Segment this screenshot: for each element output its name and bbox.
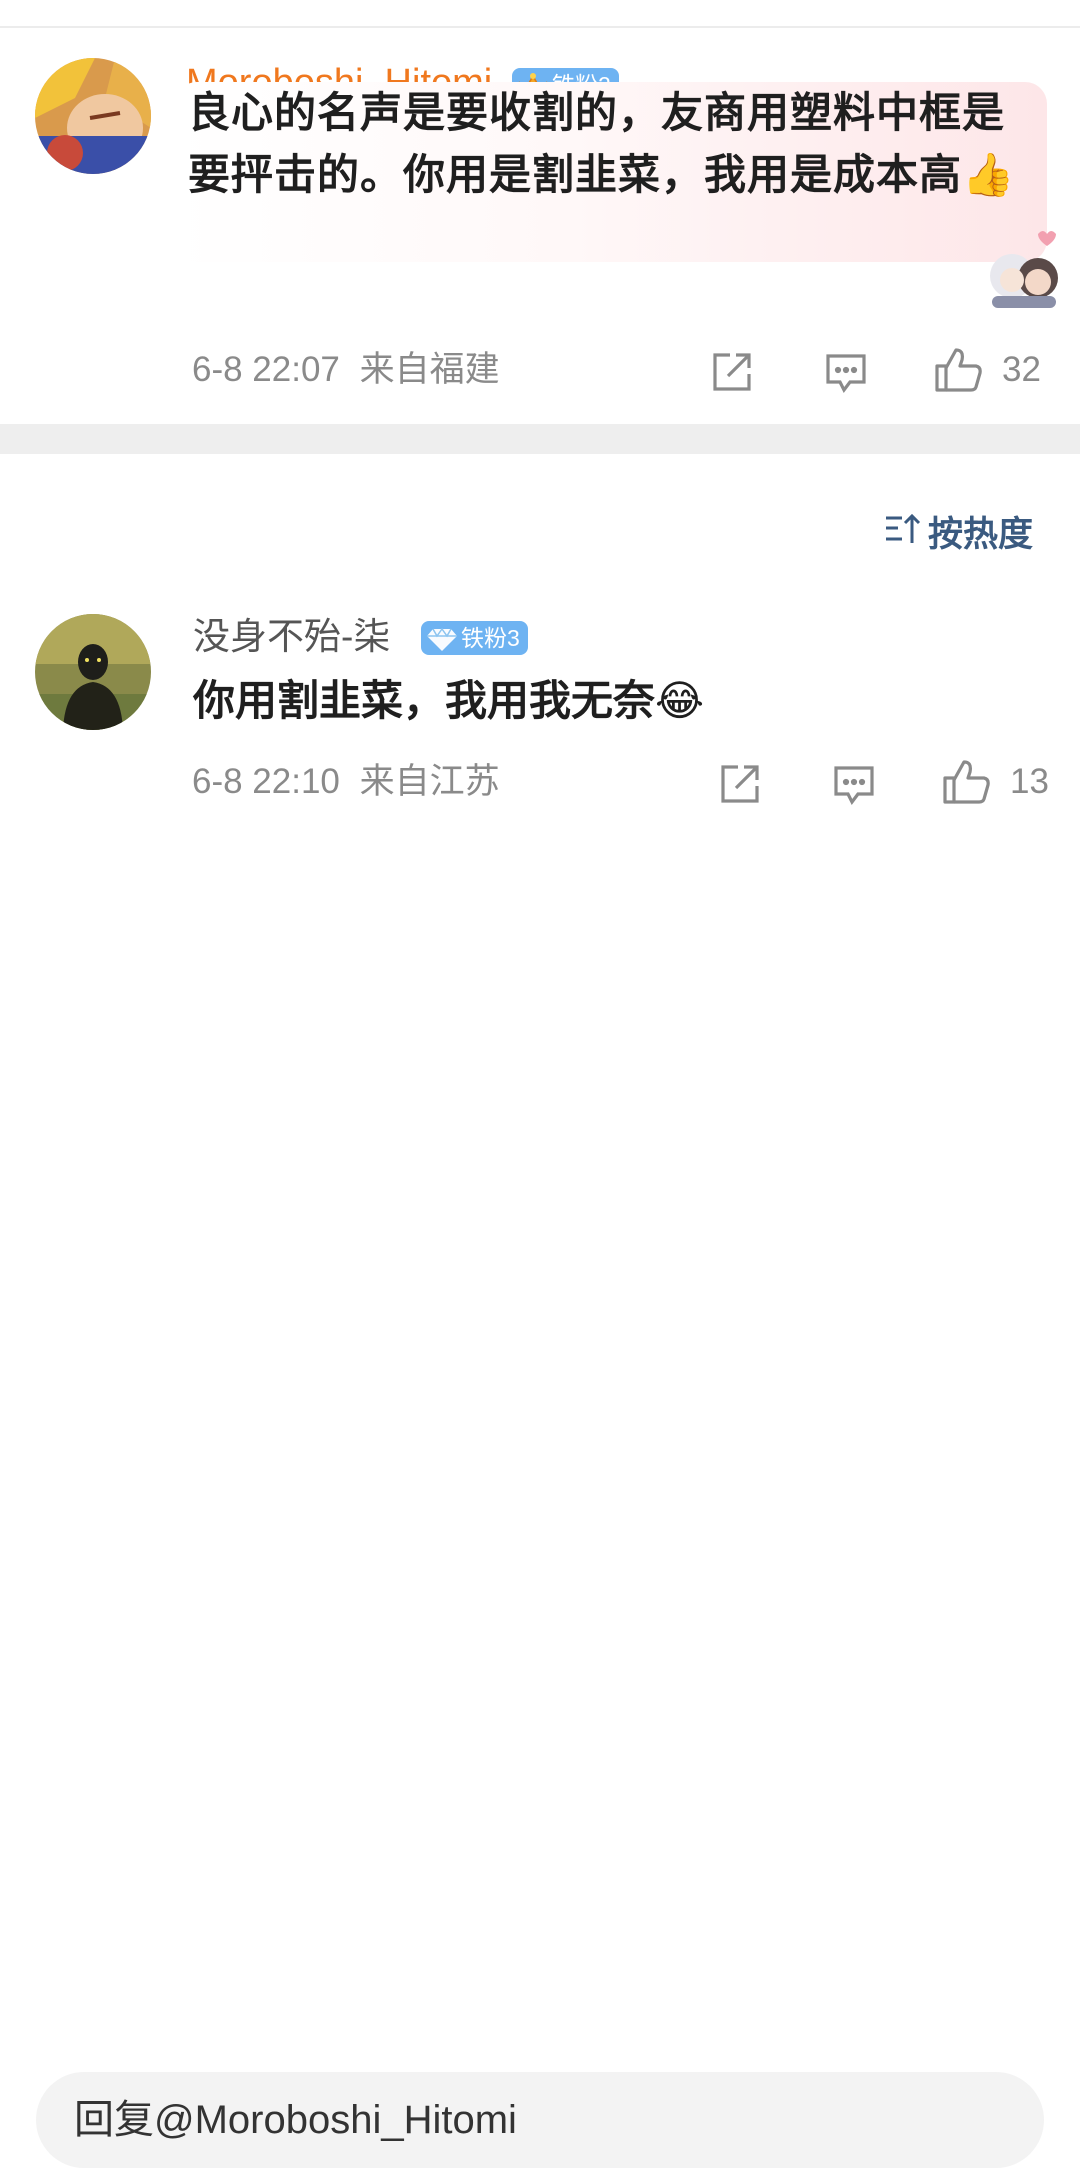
reply-timestamp: 6-8 22:10 — [192, 762, 340, 801]
reply-text: 你用割韭菜，我用我无奈😂 — [193, 677, 705, 724]
anime-sticker-icon — [982, 228, 1064, 308]
comment-timestamp: 6-8 22:07 — [192, 350, 340, 389]
sort-label: 按热度 — [928, 514, 1034, 554]
reply-input-placeholder[interactable]: 回复@Moroboshi_Hitomi — [74, 2095, 517, 2145]
share-icon[interactable] — [710, 350, 754, 399]
thumbs-up-emoji: 👍 — [962, 151, 1016, 198]
reply-meta: 6-8 22:10 来自江苏 — [192, 760, 500, 804]
sort-icon — [884, 512, 922, 551]
comment-icon[interactable] — [824, 352, 868, 399]
reply-avatar[interactable] — [35, 614, 151, 730]
reply-share-icon[interactable] — [718, 762, 762, 811]
sort-button[interactable]: 按热度 — [884, 508, 1033, 554]
reply-like-count: 13 — [1010, 762, 1049, 801]
like-count: 32 — [1002, 350, 1041, 389]
comment-meta: 6-8 22:07 来自福建 — [192, 348, 500, 392]
reply-comment-icon[interactable] — [832, 764, 876, 811]
reply-location: 来自江苏 — [359, 762, 500, 801]
reply-fan-badge-label: 铁粉3 — [461, 625, 520, 651]
laughing-emoji: 😂 — [655, 677, 705, 724]
diamond-icon — [425, 621, 459, 655]
like-icon[interactable] — [934, 346, 984, 399]
reply-fan-badge[interactable]: 铁粉3 — [421, 621, 528, 655]
section-divider — [0, 424, 1080, 454]
reply-like-icon[interactable] — [942, 758, 992, 811]
avatar[interactable] — [35, 58, 151, 174]
comment-text: 良心的名声是要收割的，友商用塑料中框是要抨击的。你用是割韭菜，我用是成本高👍 — [188, 89, 1016, 198]
comment-location: 来自福建 — [359, 350, 500, 389]
reply-username[interactable]: 没身不殆-柒 — [193, 614, 390, 660]
